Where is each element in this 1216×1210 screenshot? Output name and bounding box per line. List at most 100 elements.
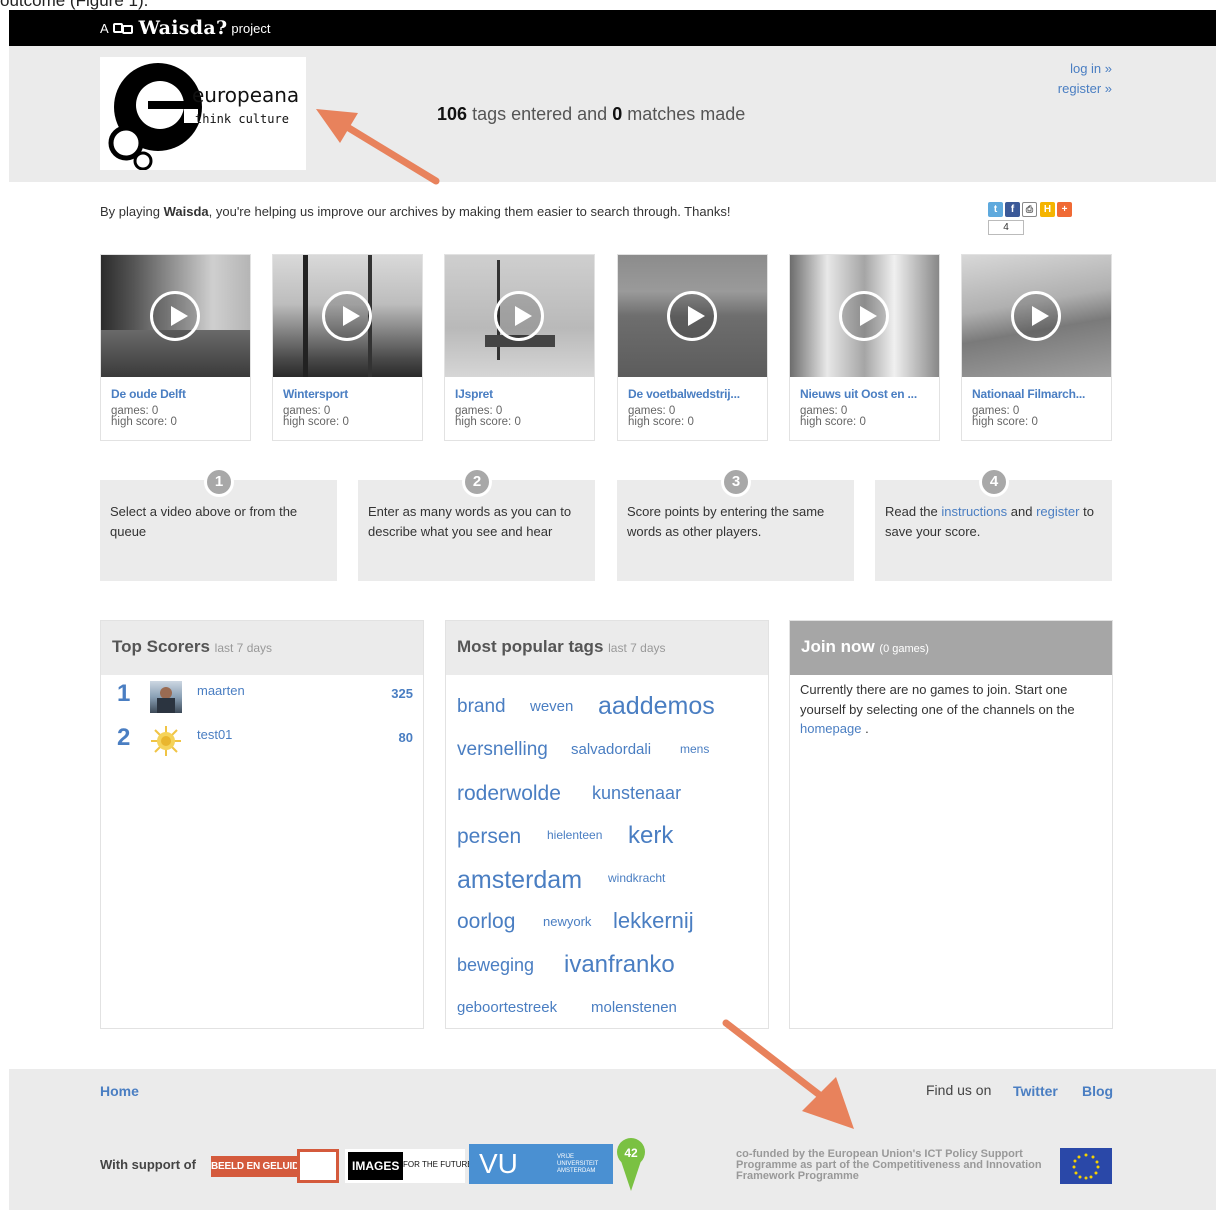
tag-link[interactable]: lekkernij <box>613 910 694 932</box>
blog-link[interactable]: Blog <box>1082 1083 1113 1099</box>
europeana-logo[interactable]: europeana think culture <box>100 57 306 171</box>
video-thumbnail[interactable] <box>790 255 939 377</box>
tag-link[interactable]: amsterdam <box>457 868 582 893</box>
tag-link[interactable]: hielenteen <box>547 829 602 841</box>
homepage-link[interactable]: homepage <box>800 721 861 736</box>
login-link[interactable]: log in » <box>1070 61 1112 76</box>
video-title[interactable]: De voetbalwedstrij... <box>628 387 740 401</box>
more-share-icon[interactable]: + <box>1057 202 1072 217</box>
tag-link[interactable]: kerk <box>628 824 673 848</box>
avatar[interactable] <box>150 681 182 713</box>
play-icon[interactable] <box>667 291 717 341</box>
video-card[interactable]: Nieuws uit Oost en ... games: 0 high scor… <box>789 254 940 441</box>
video-thumbnail[interactable] <box>445 255 594 377</box>
step-number: 3 <box>721 467 751 497</box>
play-icon[interactable] <box>494 291 544 341</box>
panel-period: last 7 days <box>214 641 273 655</box>
panel-header: Top Scorers last 7 days <box>101 621 423 675</box>
tag-link[interactable]: beweging <box>457 956 534 974</box>
tag-link[interactable]: brand <box>457 697 506 716</box>
video-card[interactable]: IJspret games: 0 high score: 0 <box>444 254 595 441</box>
tag-link[interactable]: geboortestreek <box>457 1000 557 1015</box>
home-link[interactable]: Home <box>100 1083 139 1099</box>
scorer-score: 80 <box>398 730 413 745</box>
scorer-row[interactable]: 1 maarten 325 <box>101 677 423 717</box>
twitter-link[interactable]: Twitter <box>1013 1083 1058 1099</box>
sponsor-name: FOR THE FUTURE <box>403 1160 473 1169</box>
sponsor-name: VRIJE UNIVERSITEIT AMSTERDAM <box>557 1154 599 1174</box>
register-link[interactable]: register » <box>1058 81 1112 96</box>
video-title[interactable]: De oude Delft <box>111 387 186 401</box>
beeld-en-geluid-logo[interactable]: BEELD EN GELUID <box>211 1149 339 1183</box>
step-number: 1 <box>204 467 234 497</box>
instructions-link[interactable]: instructions <box>941 504 1007 519</box>
play-icon[interactable] <box>1011 291 1061 341</box>
tag-link[interactable]: windkracht <box>608 872 665 884</box>
print-icon[interactable]: ⎙ <box>1022 202 1037 217</box>
sponsor-name: VU <box>479 1148 518 1179</box>
waisda-brand[interactable]: A Waisda? project <box>100 17 270 39</box>
play-icon[interactable] <box>322 291 372 341</box>
intro-text: By playing Waisda, you're helping us imp… <box>100 204 730 219</box>
footer: Home Find us on Twitter Blog With suppor… <box>9 1069 1216 1210</box>
tag-link[interactable]: salvadordali <box>571 742 651 757</box>
images-for-the-future-logo[interactable]: IMAGES FOR THE FUTURE <box>345 1149 473 1183</box>
tag-link[interactable]: ivanfranko <box>564 953 675 977</box>
step-text: Select a video above or from the queue <box>110 504 298 539</box>
twitter-share-icon[interactable]: t <box>988 202 1003 217</box>
sponsor-name: BEELD EN GELUID <box>211 1156 299 1177</box>
tag-link[interactable]: newyork <box>543 915 591 928</box>
bookmark-share-icon[interactable]: H <box>1040 202 1055 217</box>
top-scorers-panel: Top Scorers last 7 days 1 maarten 325 2 … <box>100 620 424 1029</box>
step-text: and <box>1010 504 1033 519</box>
funding-notice: co-funded by the European Union's ICT Po… <box>736 1148 1042 1182</box>
avatar[interactable] <box>150 725 182 757</box>
facebook-share-icon[interactable]: f <box>1005 202 1020 217</box>
video-stats: games: 0 high score: 0 <box>972 405 1038 428</box>
scorer-name[interactable]: test01 <box>197 727 232 742</box>
video-title[interactable]: Wintersport <box>283 387 348 401</box>
video-card[interactable]: Nationaal Filmarch... games: 0 high score… <box>961 254 1112 441</box>
step-4: 4 Read the instructions and register to … <box>875 467 1112 581</box>
video-thumbnail[interactable] <box>618 255 767 377</box>
video-card[interactable]: De oude Delft games: 0 high score: 0 <box>100 254 251 441</box>
tag-link[interactable]: roderwolde <box>457 783 561 804</box>
tag-link[interactable]: molenstenen <box>591 1000 677 1015</box>
play-icon[interactable] <box>839 291 889 341</box>
step-3: 3 Score points by entering the same word… <box>617 467 854 581</box>
step-number: 2 <box>462 467 492 497</box>
video-title[interactable]: IJspret <box>455 387 493 401</box>
video-thumbnail[interactable] <box>962 255 1111 377</box>
video-stats: games: 0 high score: 0 <box>800 405 866 428</box>
vu-amsterdam-logo[interactable]: VU VRIJE UNIVERSITEIT AMSTERDAM <box>469 1144 613 1184</box>
scorer-rank: 2 <box>117 724 131 751</box>
video-title[interactable]: Nationaal Filmarch... <box>972 387 1085 401</box>
video-thumbnail[interactable] <box>101 255 250 377</box>
sponsor-name: IMAGES <box>348 1152 404 1180</box>
tag-link[interactable]: oorlog <box>457 911 515 932</box>
scorer-row[interactable]: 2 test01 80 <box>101 721 423 761</box>
tag-link[interactable]: kunstenaar <box>592 784 681 802</box>
register-step-link[interactable]: register <box>1036 504 1079 519</box>
video-card[interactable]: De voetbalwedstrij... games: 0 high score… <box>617 254 768 441</box>
step-2: 2 Enter as many words as you can to desc… <box>358 467 595 581</box>
tag-link[interactable]: versnelling <box>457 740 548 759</box>
join-text-end: . <box>865 721 869 736</box>
scorer-name[interactable]: maarten <box>197 683 245 698</box>
brand-name: Waisda? <box>138 17 228 39</box>
find-us-label: Find us on <box>926 1082 992 1098</box>
panel-subtitle: (0 games) <box>879 643 929 655</box>
tag-link[interactable]: persen <box>457 826 521 847</box>
tag-link[interactable]: mens <box>680 743 709 755</box>
tag-link[interactable]: aaddemos <box>598 694 715 719</box>
panel-title: Join now <box>801 637 875 656</box>
q42-logo[interactable]: 42 <box>616 1137 646 1192</box>
video-thumbnail[interactable] <box>273 255 422 377</box>
video-stats: games: 0 high score: 0 <box>455 405 521 428</box>
tag-link[interactable]: weven <box>530 699 573 714</box>
video-title[interactable]: Nieuws uit Oost en ... <box>800 387 917 401</box>
video-card[interactable]: Wintersport games: 0 high score: 0 <box>272 254 423 441</box>
panel-header: Most popular tags last 7 days <box>446 621 768 675</box>
step-text: Enter as many words as you can to descri… <box>368 504 572 539</box>
play-icon[interactable] <box>150 291 200 341</box>
